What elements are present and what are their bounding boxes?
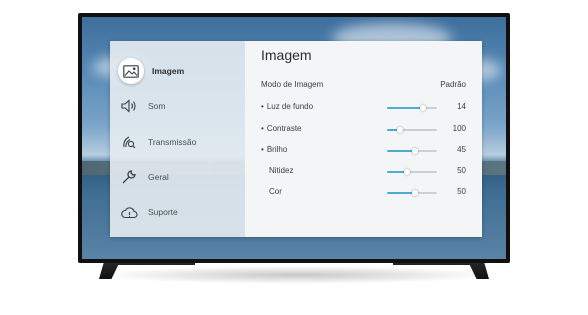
setting-label: Cor xyxy=(269,187,282,196)
setting-value: 45 xyxy=(457,145,466,154)
setting-slider[interactable] xyxy=(387,127,437,133)
sidebar-item-label: Suporte xyxy=(148,207,178,217)
sidebar-item-geral[interactable]: Geral xyxy=(118,166,169,188)
setting-label: Luz de fundo xyxy=(266,102,314,111)
slider-knob[interactable] xyxy=(412,190,418,196)
slider-fill xyxy=(387,107,423,109)
tv-bezel: Imagem Som Transmissão Geral Suporte Ima… xyxy=(78,13,510,263)
sidebar-item-label: Transmissão xyxy=(148,137,197,147)
cloud-icon xyxy=(118,201,140,223)
picture-mode-label: Modo de Imagem xyxy=(261,80,324,89)
slider-fill xyxy=(387,192,415,194)
settings-content: Imagem Modo de Imagem Padrão • Luz de fun… xyxy=(245,41,482,237)
setting-value: 100 xyxy=(452,124,466,133)
setting-label: Contraste xyxy=(266,124,302,133)
settings-menu: Imagem Som Transmissão Geral Suporte Ima… xyxy=(110,41,482,237)
sidebar-item-som[interactable]: Som xyxy=(118,95,165,117)
picture-mode-row[interactable]: Modo de Imagem Padrão xyxy=(261,80,466,89)
picture-icon xyxy=(118,58,144,84)
sidebar-item-label: Geral xyxy=(148,172,169,182)
setting-label: Brilho xyxy=(266,145,288,154)
sidebar-item-label: Imagem xyxy=(152,66,185,76)
speaker-icon xyxy=(118,95,140,117)
antenna-icon xyxy=(118,131,140,153)
setting-row-brilho[interactable]: • Brilho 45 xyxy=(261,145,466,157)
setting-row-cor[interactable]: Cor 50 xyxy=(261,187,466,199)
sidebar-item-label: Som xyxy=(148,101,166,111)
setting-row-luz-de-fundo[interactable]: • Luz de fundo 14 xyxy=(261,102,466,114)
picture-mode-value: Padrão xyxy=(440,80,466,89)
slider-knob[interactable] xyxy=(412,148,418,154)
setting-slider[interactable] xyxy=(387,105,437,111)
sidebar-item-suporte[interactable]: Suporte xyxy=(118,201,178,223)
tv-shadow xyxy=(96,266,496,284)
setting-row-nitidez[interactable]: Nitidez 50 xyxy=(261,166,466,178)
setting-slider[interactable] xyxy=(387,169,437,175)
setting-label: Nitidez xyxy=(269,166,294,175)
tv-screen: Imagem Som Transmissão Geral Suporte Ima… xyxy=(82,17,506,259)
slider-knob[interactable] xyxy=(420,105,426,111)
setting-value: 50 xyxy=(457,187,466,196)
setting-value: 14 xyxy=(457,102,466,111)
wrench-icon xyxy=(118,166,140,188)
page-title: Imagem xyxy=(261,47,312,63)
setting-slider[interactable] xyxy=(387,148,437,154)
slider-knob[interactable] xyxy=(404,169,410,175)
slider-fill xyxy=(387,150,415,152)
setting-value: 50 xyxy=(457,166,466,175)
setting-slider[interactable] xyxy=(387,190,437,196)
slider-knob[interactable] xyxy=(396,127,403,133)
settings-sidebar: Imagem Som Transmissão Geral Suporte xyxy=(110,41,245,237)
sidebar-item-imagem[interactable]: Imagem xyxy=(118,58,184,84)
sidebar-item-transmissao[interactable]: Transmissão xyxy=(118,131,196,153)
setting-row-contraste[interactable]: • Contraste 100 xyxy=(261,124,466,136)
